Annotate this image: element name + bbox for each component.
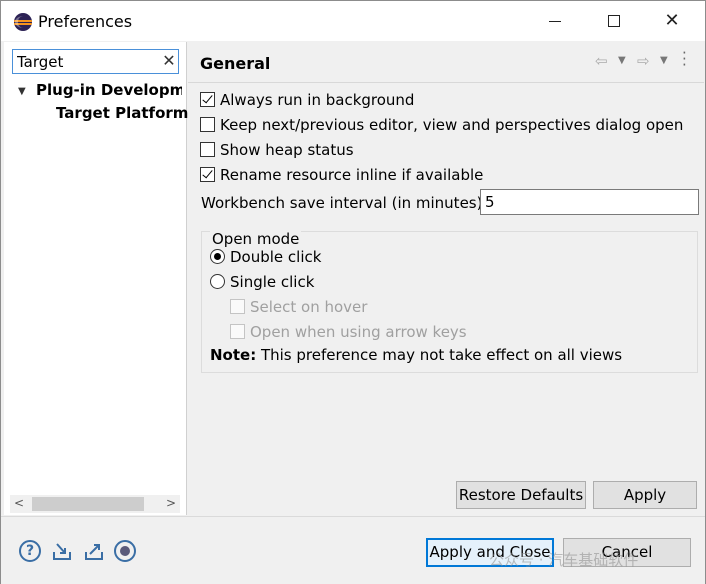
option-label: Always run in background	[220, 91, 415, 109]
page-title: General	[200, 54, 271, 73]
radio-selected-icon[interactable]	[210, 249, 225, 264]
horizontal-scrollbar[interactable]: < >	[10, 495, 180, 513]
back-arrow-icon[interactable]: ⇦	[595, 52, 608, 70]
preference-tree-pane: ✕ ▼ Plug-in Development Target Platform …	[4, 42, 188, 515]
maximize-icon	[608, 15, 620, 27]
option-always-run-background[interactable]: Always run in background	[200, 91, 414, 111]
restore-defaults-button[interactable]: Restore Defaults	[456, 481, 586, 509]
option-rename-inline[interactable]: Rename resource inline if available	[200, 166, 483, 186]
checkbox-disabled-icon	[230, 324, 245, 339]
maximize-button[interactable]	[591, 5, 637, 37]
option-open-arrow-keys: Open when using arrow keys	[230, 323, 467, 343]
radio-single-click[interactable]: Single click	[210, 273, 314, 293]
checkbox-unchecked-icon[interactable]	[200, 142, 215, 157]
oomph-record-icon[interactable]	[114, 540, 136, 562]
eclipse-logo-icon	[14, 13, 32, 31]
scroll-right-icon[interactable]: >	[166, 496, 176, 510]
checkbox-checked-icon[interactable]	[200, 167, 215, 182]
minimize-button[interactable]	[533, 5, 579, 37]
option-label: Keep next/previous editor, view and pers…	[220, 116, 684, 134]
view-menu-icon[interactable]: · · ·	[682, 46, 687, 73]
apply-button[interactable]: Apply	[593, 481, 697, 509]
close-icon: ✕	[664, 10, 680, 31]
window-title: Preferences	[38, 12, 133, 31]
radio-label: Single click	[230, 273, 315, 291]
tree-item-target-platform[interactable]: Target Platform	[56, 104, 188, 122]
scrollbar-thumb[interactable]	[32, 497, 144, 511]
import-icon[interactable]	[51, 540, 73, 562]
option-keep-dialog-open[interactable]: Keep next/previous editor, view and pers…	[200, 116, 683, 136]
help-icon[interactable]: ?	[19, 540, 41, 562]
note-text: This preference may not take effect on a…	[256, 346, 623, 364]
option-label: Open when using arrow keys	[250, 323, 467, 341]
checkbox-disabled-icon	[230, 299, 245, 314]
option-label: Rename resource inline if available	[220, 166, 484, 184]
radio-double-click[interactable]: Double click	[210, 248, 321, 268]
option-label: Select on hover	[250, 298, 368, 316]
checkbox-checked-icon[interactable]	[200, 92, 215, 107]
forward-arrow-icon[interactable]: ⇨	[637, 52, 650, 70]
tree-expand-icon[interactable]: ▼	[18, 86, 30, 98]
filter-input[interactable]	[15, 51, 155, 72]
header-divider	[188, 82, 704, 83]
open-mode-group: Open mode Double click Single click Sele…	[201, 230, 698, 373]
filter-box: ✕	[12, 49, 179, 74]
title-bar: Preferences ✕	[1, 1, 705, 41]
preferences-window: Preferences ✕ ✕ ▼ Plug-in Development Ta…	[0, 0, 706, 584]
option-label: Show heap status	[220, 141, 354, 159]
export-svg	[85, 544, 103, 560]
minimize-icon	[549, 21, 561, 22]
open-mode-title: Open mode	[210, 230, 302, 248]
tree-item-plugin-development[interactable]: Plug-in Development	[36, 81, 182, 99]
radio-label: Double click	[230, 248, 322, 266]
watermark: 公众号 · 汽车基础软件	[489, 551, 639, 569]
open-mode-note: Note: This preference may not take effec…	[210, 346, 622, 364]
import-svg	[53, 543, 71, 560]
option-select-on-hover: Select on hover	[230, 298, 367, 318]
forward-dropdown-icon[interactable]: ▼	[660, 55, 668, 66]
close-button[interactable]: ✕	[649, 5, 695, 37]
note-label: Note:	[210, 346, 257, 364]
back-dropdown-icon[interactable]: ▼	[618, 55, 626, 66]
option-show-heap-status[interactable]: Show heap status	[200, 141, 354, 161]
radio-unselected-icon[interactable]	[210, 274, 225, 289]
scroll-left-icon[interactable]: <	[14, 496, 24, 510]
preference-page: General ⇦ ▼ ⇨ ▼ · · · Always run in backgr…	[188, 42, 704, 515]
clear-filter-icon[interactable]: ✕	[161, 52, 177, 70]
export-icon[interactable]	[83, 540, 105, 562]
save-interval-label: Workbench save interval (in minutes):	[201, 194, 488, 212]
checkbox-unchecked-icon[interactable]	[200, 117, 215, 132]
save-interval-input[interactable]	[480, 189, 699, 215]
